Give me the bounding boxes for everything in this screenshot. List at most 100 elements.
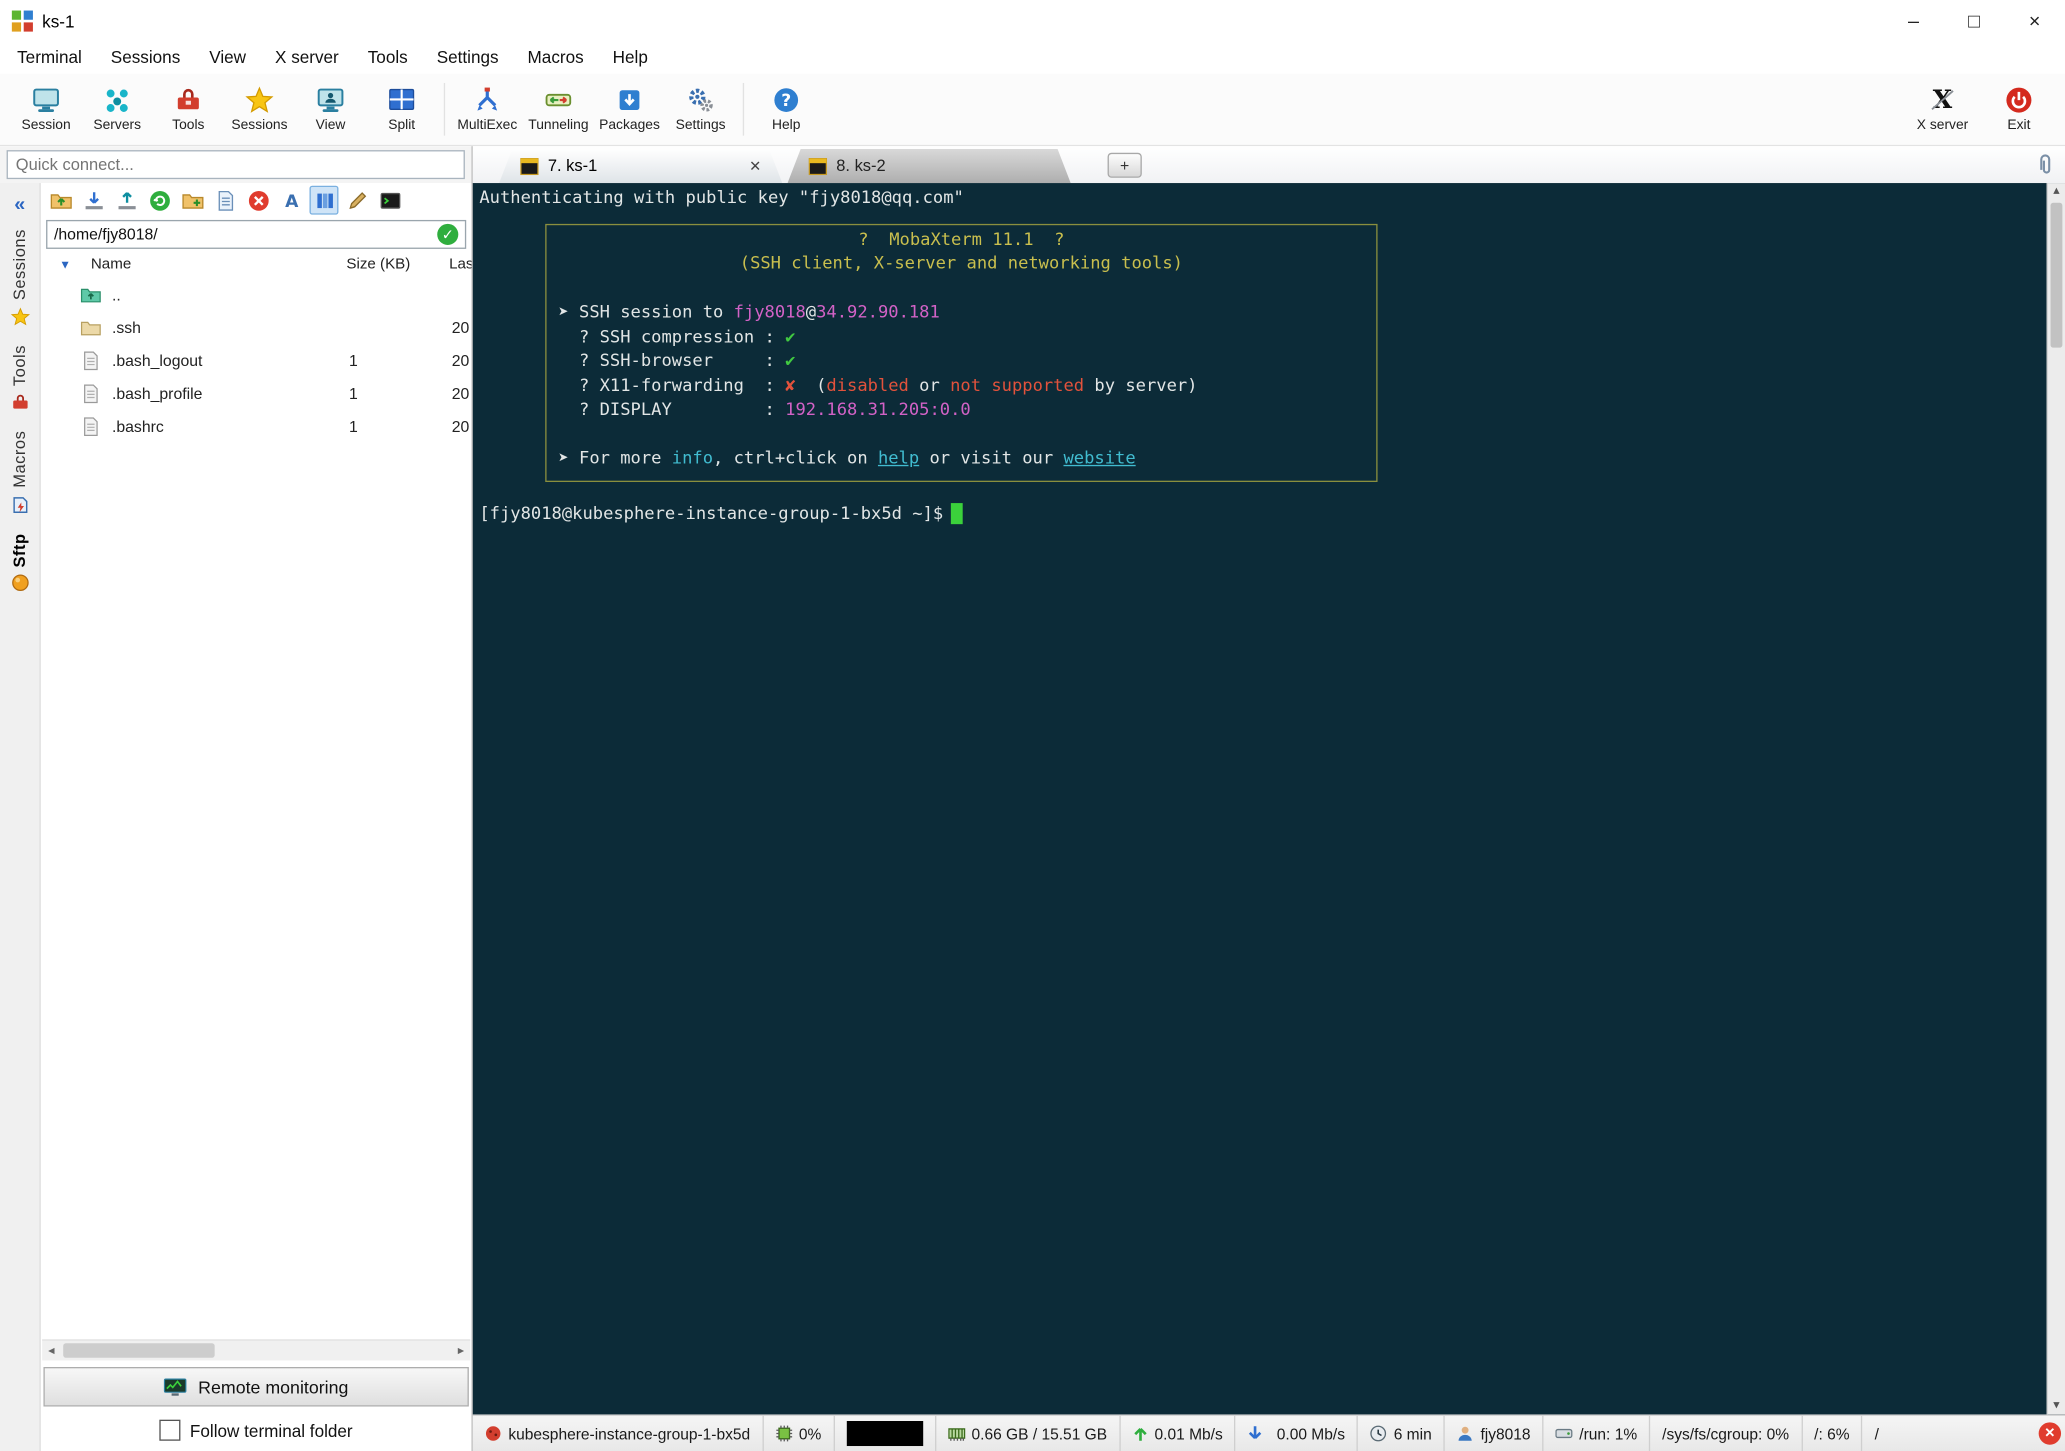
scroll-up-icon[interactable]: ▲	[2053, 183, 2059, 200]
sidebar-tab-sftp[interactable]: Sftp	[10, 533, 30, 593]
status-disk-cgroup: /sys/fs/cgroup: 0%	[1650, 1415, 1803, 1451]
follow-checkbox[interactable]	[159, 1419, 181, 1441]
file-table-header[interactable]: ▼ Name Size (KB) Last modified	[41, 252, 471, 278]
scrollbar-thumb[interactable]	[63, 1343, 215, 1358]
maximize-button[interactable]: □	[1944, 0, 2005, 42]
sftp-path-row: ✓	[41, 217, 472, 251]
file-row[interactable]: .bashrc 1 20	[41, 410, 472, 443]
menu-tools[interactable]: Tools	[353, 42, 422, 74]
terminal-tab-bar: 7. ks-1 ✕ 8. ks-2 +	[472, 146, 2065, 184]
sort-arrow-icon: ▼	[59, 258, 72, 272]
window-title: ks-1	[42, 11, 75, 31]
scroll-left-icon[interactable]: ◄	[42, 1345, 60, 1357]
file-table: ▼ Name Size (KB) Last modified ..	[41, 252, 472, 443]
menu-macros[interactable]: Macros	[513, 42, 598, 74]
power-icon	[2006, 87, 2032, 113]
servers-button[interactable]: Servers	[82, 76, 153, 142]
tab-ks-1[interactable]: 7. ks-1 ✕	[499, 149, 782, 183]
menu-sessions[interactable]: Sessions	[96, 42, 194, 74]
exit-button[interactable]: Exit	[1983, 76, 2054, 142]
close-button[interactable]: ×	[2004, 0, 2065, 42]
tab-close-icon[interactable]: ✕	[749, 157, 761, 174]
multiexec-button[interactable]: MultiExec	[452, 76, 523, 142]
sftp-path-input[interactable]	[46, 219, 467, 249]
column-header-size[interactable]: Size (KB)	[346, 257, 449, 273]
menu-settings[interactable]: Settings	[422, 42, 513, 74]
menu-view[interactable]: View	[195, 42, 261, 74]
xserver-icon: X	[1931, 86, 1954, 114]
user-icon	[1458, 1426, 1472, 1441]
terminal-scrollbar[interactable]: ▲ ▼	[2046, 183, 2065, 1415]
file-row[interactable]: .bash_profile 1 20	[41, 377, 472, 410]
column-header-modified[interactable]: Last modified	[449, 257, 471, 273]
path-ok-icon: ✓	[437, 223, 459, 245]
sidebar-tab-macros[interactable]: Macros	[10, 431, 30, 514]
shell-prompt: [fjy8018@kubesphere-instance-group-1-bx5…	[479, 502, 2046, 526]
new-file-icon[interactable]	[211, 186, 240, 215]
stop-icon[interactable]	[244, 186, 273, 215]
upload-icon[interactable]	[112, 186, 141, 215]
new-tab-button[interactable]: +	[1107, 152, 1142, 178]
split-button[interactable]: Split	[366, 76, 437, 142]
scroll-right-icon[interactable]: ►	[452, 1345, 470, 1357]
status-ram: 0.66 GB / 15.51 GB	[936, 1415, 1121, 1451]
main-toolbar: Session Servers Tools Sessions View Spli…	[0, 73, 2065, 147]
session-button[interactable]: Session	[11, 76, 82, 142]
file-icon	[84, 383, 98, 403]
terminal-scrollbar-thumb[interactable]	[2050, 202, 2063, 348]
encoding-icon[interactable]: A	[277, 186, 306, 215]
folder-up-icon[interactable]	[46, 186, 75, 215]
download-arrow-icon	[1249, 1426, 1262, 1440]
file-row-parent[interactable]: ..	[41, 278, 472, 311]
help-icon: ?	[774, 88, 799, 112]
mobaxterm-banner: ? MobaXterm 11.1 ? (SSH client, X-server…	[545, 223, 1378, 482]
status-network-graph	[835, 1415, 936, 1451]
remote-monitoring-button[interactable]: Remote monitoring	[43, 1367, 469, 1407]
banner-lines: ➤ SSH session to fjy8018@34.92.90.181 ? …	[558, 302, 1198, 469]
terminal-area[interactable]: Authenticating with public key "fjy8018@…	[472, 183, 2065, 1415]
help-button[interactable]: ? Help	[751, 76, 822, 142]
collapse-sidebar-button[interactable]: «	[14, 194, 25, 216]
menu-xserver[interactable]: X server	[261, 42, 354, 74]
file-row[interactable]: .bash_logout 1 20	[41, 344, 472, 377]
left-panel: « Sessions Tools	[0, 146, 473, 1451]
title-bar: ks-1 – □ ×	[0, 0, 2065, 43]
file-icon	[84, 416, 98, 436]
status-download: 0.00 Mb/s	[1236, 1415, 1359, 1451]
status-upload: 0.01 Mb/s	[1120, 1415, 1236, 1451]
sidebar-tab-tools[interactable]: Tools	[10, 345, 30, 412]
column-header-name[interactable]: Name	[72, 257, 346, 273]
sessions-button[interactable]: Sessions	[224, 76, 295, 142]
attachments-icon[interactable]	[2036, 153, 2054, 177]
gear-icon	[689, 88, 713, 112]
tunneling-button[interactable]: Tunneling	[523, 76, 594, 142]
horizontal-scrollbar[interactable]: ◄ ►	[42, 1339, 471, 1361]
tools-button[interactable]: Tools	[153, 76, 224, 142]
svg-text:?: ?	[781, 91, 791, 111]
status-close-icon[interactable]: ✕	[2038, 1422, 2062, 1445]
toolbox-icon	[177, 88, 199, 110]
settings-button[interactable]: Settings	[665, 76, 736, 142]
sidebar-tab-sessions[interactable]: Sessions	[10, 229, 30, 326]
view-button[interactable]: View	[295, 76, 366, 142]
terminal-small-icon[interactable]	[375, 186, 404, 215]
download-icon[interactable]	[79, 186, 108, 215]
packages-button[interactable]: Packages	[594, 76, 665, 142]
quick-connect-input[interactable]	[6, 150, 465, 180]
tab-ks-2[interactable]: 8. ks-2	[788, 149, 1071, 183]
xserver-button[interactable]: X X server	[1902, 76, 1984, 142]
menu-help[interactable]: Help	[598, 42, 662, 74]
scroll-down-icon[interactable]: ▼	[2053, 1397, 2059, 1414]
file-row[interactable]: .ssh 20	[41, 311, 472, 344]
edit-icon[interactable]	[342, 186, 371, 215]
session-icon	[33, 88, 59, 112]
follow-terminal-folder[interactable]: Follow terminal folder	[41, 1409, 472, 1451]
refresh-icon[interactable]	[145, 186, 174, 215]
minimize-button[interactable]: –	[1883, 0, 1944, 42]
view-columns-icon[interactable]	[309, 185, 339, 215]
tunneling-icon	[545, 93, 572, 107]
status-host: kubesphere-instance-group-1-bx5d	[473, 1415, 764, 1451]
side-tab-strip: « Sessions Tools Macros Sftp	[0, 183, 41, 1451]
menu-terminal[interactable]: Terminal	[3, 42, 97, 74]
new-folder-icon[interactable]	[178, 186, 207, 215]
